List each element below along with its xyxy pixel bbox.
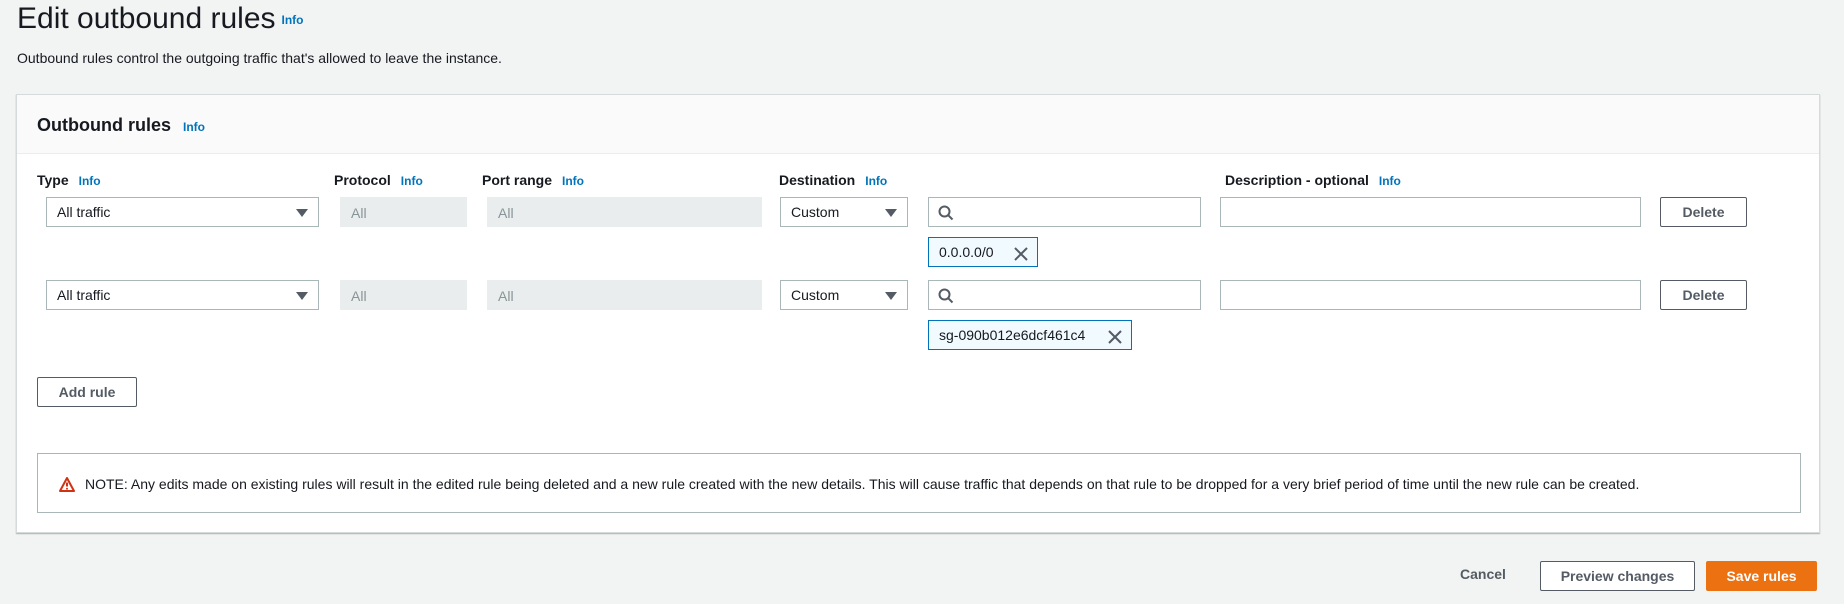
description-column-label: Description - optional Info	[1225, 172, 1401, 188]
rule-1-delete-button[interactable]: Delete	[1660, 197, 1747, 227]
caret-down-icon	[296, 292, 308, 300]
save-rules-button[interactable]: Save rules	[1706, 561, 1817, 591]
destination-info-link[interactable]: Info	[865, 174, 887, 188]
rule-1-description-input[interactable]	[1220, 197, 1641, 227]
rule-2-protocol-field: All	[340, 280, 467, 310]
rule-1-token-label: 0.0.0.0/0	[939, 244, 994, 260]
destination-column-label: Destination Info	[779, 172, 887, 188]
rule-1-destination-token: 0.0.0.0/0	[928, 237, 1038, 267]
page-title: Edit outbound rules Info	[17, 2, 304, 36]
rule-1-destination-search[interactable]	[928, 197, 1201, 227]
page-title-info-link[interactable]: Info	[282, 13, 304, 27]
page-description: Outbound rules control the outgoing traf…	[17, 50, 502, 66]
rule-2-destination-search[interactable]	[928, 280, 1201, 310]
rule-2-destination-token: sg-090b012e6dcf461c4	[928, 320, 1132, 350]
protocol-info-link[interactable]: Info	[401, 174, 423, 188]
port-range-info-link[interactable]: Info	[562, 174, 584, 188]
rule-1-port-range-field: All	[487, 197, 762, 227]
search-icon	[938, 288, 954, 304]
preview-changes-button[interactable]: Preview changes	[1540, 561, 1695, 591]
port-range-label: Port range	[482, 172, 553, 188]
port-range-column-label: Port range Info	[482, 172, 584, 188]
rule-1-type-value: All traffic	[57, 204, 111, 220]
close-icon[interactable]	[1014, 247, 1028, 261]
rule-2-destination-select[interactable]: Custom	[780, 280, 908, 310]
caret-down-icon	[885, 292, 897, 300]
alert-text: NOTE: Any edits made on existing rules w…	[85, 476, 1640, 492]
rule-1-protocol-field: All	[340, 197, 467, 227]
rule-1-type-select[interactable]: All traffic	[46, 197, 319, 227]
type-info-link[interactable]: Info	[79, 174, 101, 188]
cancel-button[interactable]: Cancel	[1460, 566, 1506, 582]
panel-header: Outbound rules Info	[17, 95, 1819, 154]
close-icon[interactable]	[1108, 330, 1122, 344]
rule-2-description-input[interactable]	[1220, 280, 1641, 310]
rule-2-token-label: sg-090b012e6dcf461c4	[939, 327, 1086, 343]
destination-label: Destination	[779, 172, 856, 188]
rule-1-destination-value: Custom	[791, 204, 840, 220]
protocol-label: Protocol	[334, 172, 391, 188]
panel-info-link[interactable]: Info	[183, 120, 205, 134]
rule-2-delete-button[interactable]: Delete	[1660, 280, 1747, 310]
add-rule-button[interactable]: Add rule	[37, 377, 137, 407]
caret-down-icon	[885, 209, 897, 217]
description-info-link[interactable]: Info	[1379, 174, 1401, 188]
type-column-label: Type Info	[37, 172, 101, 188]
rule-2-port-range-field: All	[487, 280, 762, 310]
type-label: Type	[37, 172, 69, 188]
rule-2-type-select[interactable]: All traffic	[46, 280, 319, 310]
page-title-text: Edit outbound rules	[17, 2, 276, 35]
rule-2-destination-value: Custom	[791, 287, 840, 303]
panel-title: Outbound rules	[37, 115, 171, 135]
caret-down-icon	[296, 209, 308, 217]
outbound-rules-panel: Outbound rules Info Type Info Protocol Info…	[16, 94, 1820, 533]
search-icon	[938, 205, 954, 221]
rule-2-type-value: All traffic	[57, 287, 111, 303]
rule-1-destination-select[interactable]: Custom	[780, 197, 908, 227]
protocol-column-label: Protocol Info	[334, 172, 423, 188]
description-label: Description - optional	[1225, 172, 1369, 188]
warning-icon	[59, 477, 75, 492]
panel-title-wrap: Outbound rules Info	[37, 115, 1799, 136]
warning-alert: NOTE: Any edits made on existing rules w…	[37, 453, 1801, 513]
